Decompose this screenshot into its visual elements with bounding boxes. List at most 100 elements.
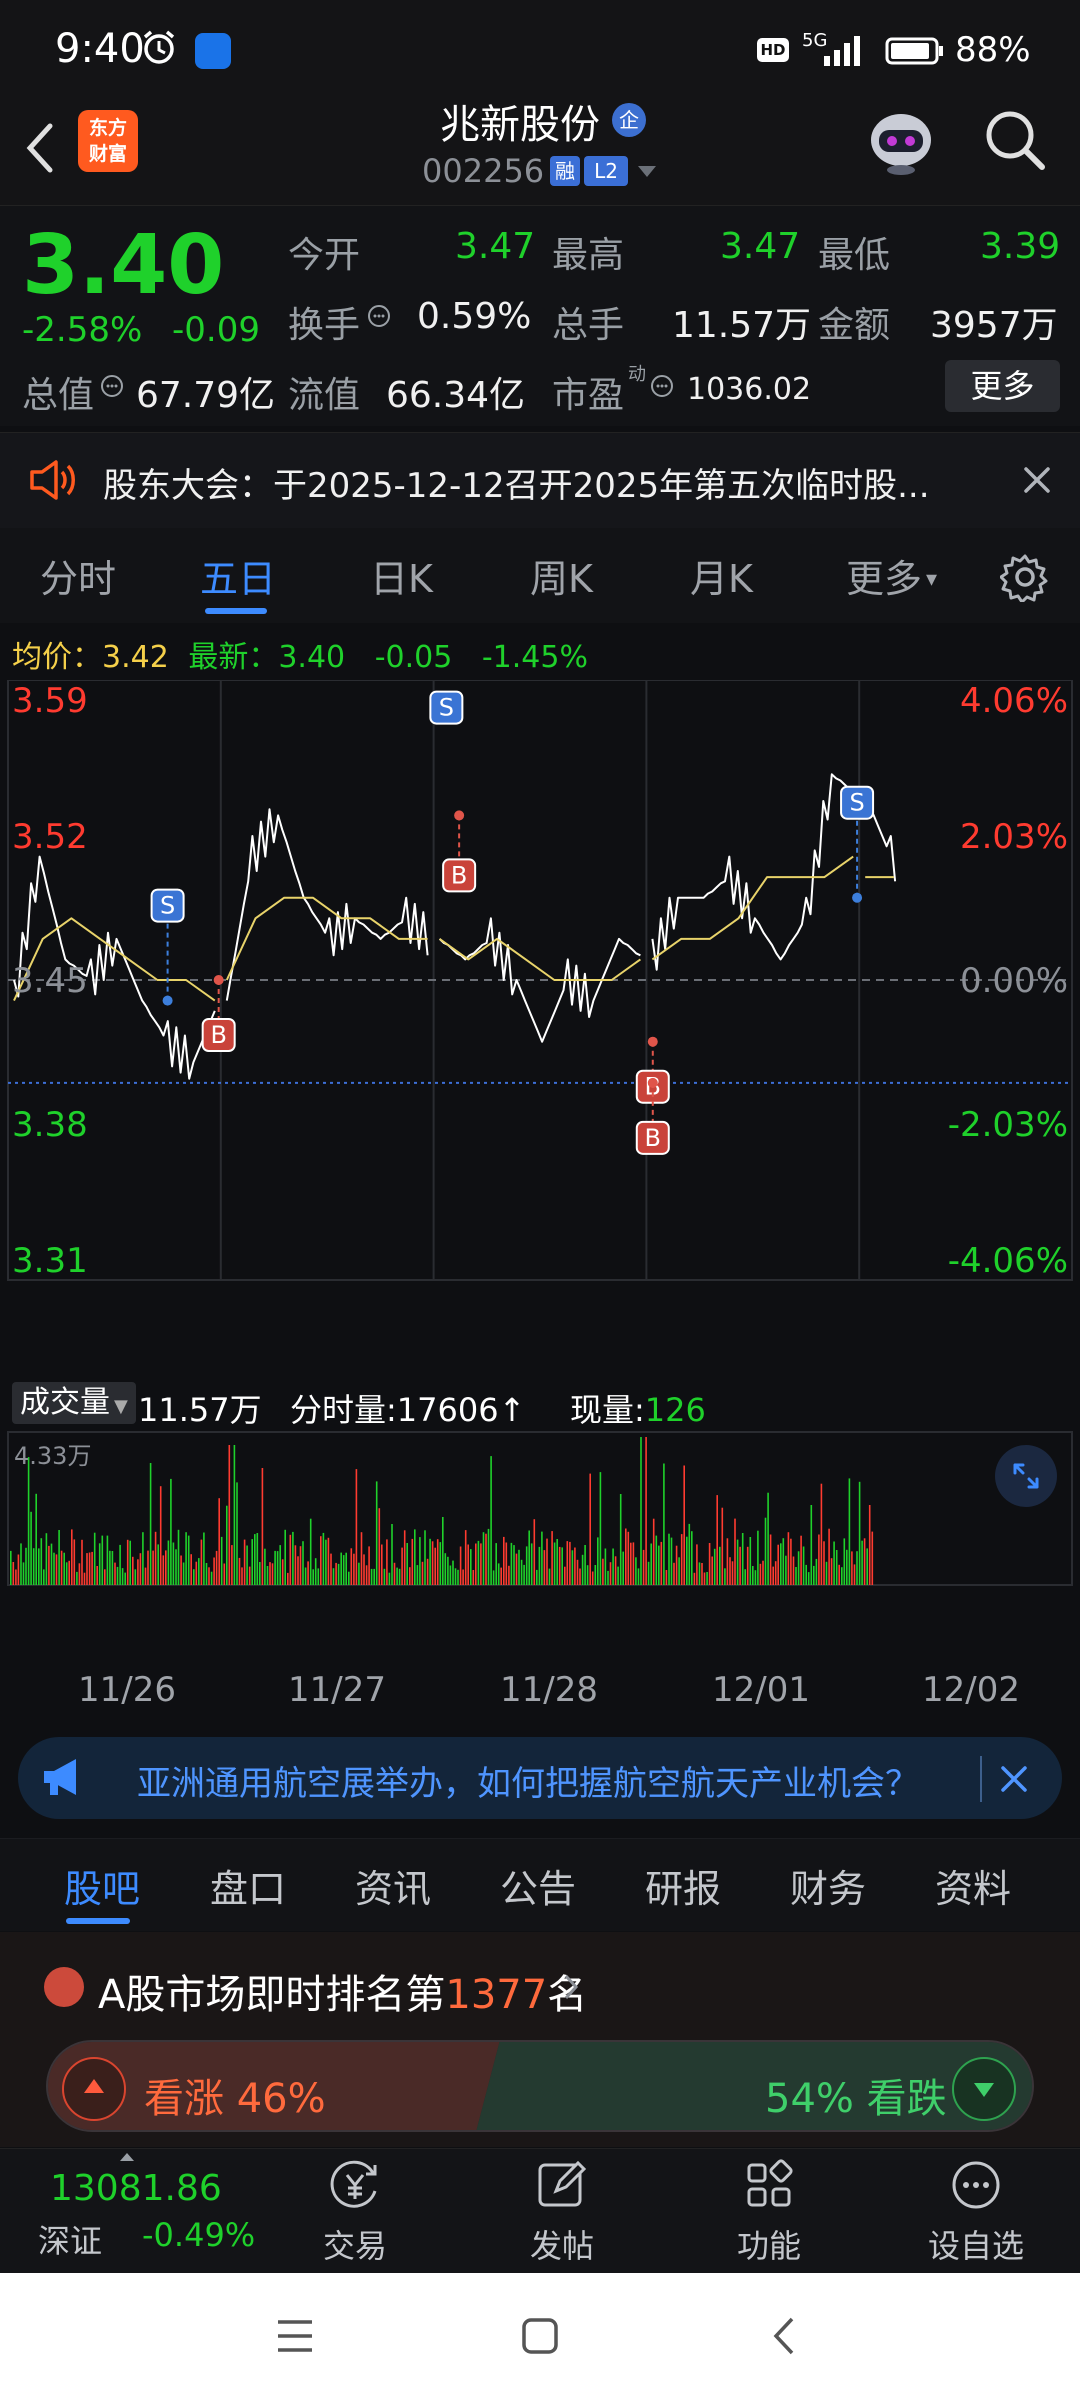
info-icon[interactable] bbox=[650, 374, 674, 398]
volume-bar bbox=[177, 1529, 180, 1585]
volume-bar bbox=[132, 1556, 134, 1585]
robot-assistant-icon[interactable] bbox=[862, 100, 940, 178]
volume-bar bbox=[241, 1567, 243, 1585]
volume-bar bbox=[121, 1568, 124, 1585]
current-volume: 现量:126 bbox=[570, 1385, 706, 1431]
volume-bar bbox=[607, 1570, 609, 1585]
tab-wuri[interactable]: 五日 bbox=[200, 548, 276, 603]
volume-bar bbox=[477, 1540, 480, 1585]
info-icon[interactable] bbox=[367, 304, 391, 328]
trade-button[interactable]: 交易 bbox=[295, 2155, 415, 2267]
vote-down-label[interactable]: 54% 看跌 bbox=[765, 2066, 947, 2124]
volume-bar bbox=[134, 1569, 137, 1585]
post-button[interactable]: 发帖 bbox=[502, 2155, 622, 2267]
mktcap-value: 67.79亿 bbox=[136, 375, 276, 416]
volume-bar bbox=[246, 1545, 248, 1585]
pe-value: 1036.02 bbox=[687, 372, 812, 407]
functions-button[interactable]: 功能 bbox=[709, 2155, 829, 2267]
volume-bar bbox=[853, 1564, 856, 1585]
volume-bar bbox=[185, 1532, 187, 1585]
volume-bar bbox=[462, 1569, 464, 1585]
index-value[interactable]: 13081.86 bbox=[50, 2168, 222, 2209]
volume-bar bbox=[505, 1542, 508, 1585]
ad-text[interactable]: 亚洲通用航空展举办，如何把握航空航天产业机会？ bbox=[137, 1756, 919, 1805]
volume-bar bbox=[602, 1558, 604, 1585]
volume-indicator-dropdown[interactable]: 成交量 ▼ bbox=[12, 1382, 136, 1424]
volume-bar bbox=[332, 1568, 335, 1585]
volume-bar bbox=[719, 1546, 721, 1585]
back-nav-icon[interactable] bbox=[762, 2313, 808, 2359]
volume-bar bbox=[116, 1566, 119, 1585]
volume-bar bbox=[614, 1556, 617, 1585]
index-percent[interactable]: -0.49% bbox=[142, 2216, 255, 2254]
pe-label: 市盈 bbox=[552, 375, 625, 416]
notice-text[interactable]: 股东大会：于2025-12-12召开2025年第五次临时股... bbox=[103, 458, 943, 507]
tab-weekly-k[interactable]: 周K bbox=[530, 548, 593, 603]
volume-bar bbox=[111, 1551, 114, 1585]
volume-bar bbox=[523, 1564, 525, 1585]
vote-down-button[interactable] bbox=[952, 2057, 1016, 2121]
volume-bar bbox=[787, 1532, 790, 1585]
volume-bar bbox=[86, 1553, 88, 1585]
volume-bar bbox=[365, 1565, 368, 1585]
volume-bar bbox=[436, 1539, 439, 1585]
volume-bar bbox=[205, 1563, 208, 1585]
vote-up-button[interactable] bbox=[62, 2057, 126, 2121]
stock-code[interactable]: 002256 bbox=[422, 152, 544, 190]
volume-bar bbox=[780, 1543, 782, 1585]
tab-profile[interactable]: 资料 bbox=[935, 1858, 1011, 1913]
ranking-link[interactable]: A股市场即时排名第1377名 bbox=[98, 1962, 587, 2020]
info-icon[interactable] bbox=[100, 374, 124, 398]
volume-bar bbox=[686, 1536, 688, 1585]
volume-bar bbox=[617, 1566, 619, 1585]
close-icon[interactable] bbox=[1018, 461, 1056, 499]
trade-mark-label: S bbox=[849, 789, 864, 817]
tab-finance[interactable]: 财务 bbox=[790, 1858, 866, 1913]
volume-bar bbox=[203, 1532, 205, 1585]
volume-bar bbox=[76, 1571, 78, 1585]
close-icon[interactable] bbox=[995, 1760, 1033, 1798]
chevron-right-icon[interactable] bbox=[562, 1972, 580, 2002]
tab-research[interactable]: 研报 bbox=[645, 1858, 721, 1913]
tab-monthly-k[interactable]: 月K bbox=[690, 548, 753, 603]
chevron-down-icon[interactable] bbox=[638, 166, 656, 177]
low-value: 3.39 bbox=[980, 226, 1061, 267]
volume-bar bbox=[774, 1561, 777, 1585]
add-watchlist-button[interactable]: 设自选 bbox=[916, 2155, 1036, 2267]
menu-icon[interactable] bbox=[272, 2313, 318, 2359]
volume-bar bbox=[556, 1539, 558, 1585]
turnover-label: 换手 bbox=[288, 305, 361, 346]
five-day-chart[interactable]: SBSBSBB 3.594.06%3.522.03%3.450.00%3.38-… bbox=[0, 680, 1080, 1680]
high-label: 最高 bbox=[552, 235, 625, 276]
volume-bar bbox=[838, 1564, 840, 1585]
vote-up-label[interactable]: 看涨 46% bbox=[144, 2066, 326, 2124]
down-triangle-icon bbox=[974, 2083, 994, 2097]
tab-news[interactable]: 资讯 bbox=[355, 1858, 431, 1913]
hd-icon: HD bbox=[757, 38, 789, 62]
volume-bar bbox=[60, 1550, 63, 1585]
more-button[interactable]: 更多 bbox=[945, 360, 1060, 412]
volume-bar bbox=[513, 1545, 515, 1585]
volume-bar bbox=[45, 1533, 48, 1585]
tab-guba[interactable]: 股吧 bbox=[64, 1858, 140, 1913]
volume-bar bbox=[777, 1544, 779, 1585]
tab-more[interactable]: 更多 ▾ bbox=[846, 548, 937, 603]
index-name[interactable]: 深证 bbox=[38, 2216, 102, 2262]
post-label: 发帖 bbox=[529, 2227, 594, 2265]
search-icon[interactable] bbox=[980, 105, 1050, 175]
tab-pankou[interactable]: 盘口 bbox=[210, 1858, 286, 1913]
volume-bar bbox=[309, 1518, 312, 1585]
volume-bar bbox=[675, 1545, 678, 1585]
volume-bar bbox=[726, 1538, 729, 1585]
home-icon[interactable] bbox=[517, 2313, 563, 2359]
volume-bar bbox=[739, 1546, 741, 1585]
tab-daily-k[interactable]: 日K bbox=[370, 548, 433, 603]
gear-icon[interactable] bbox=[1000, 552, 1050, 602]
tab-announcements[interactable]: 公告 bbox=[500, 1858, 576, 1913]
amount-value: 3957万 bbox=[930, 305, 1058, 346]
volume-bar bbox=[655, 1535, 658, 1585]
volume-bar bbox=[553, 1542, 556, 1585]
expand-icon[interactable] bbox=[995, 1445, 1057, 1507]
tab-fenshi[interactable]: 分时 bbox=[40, 548, 116, 603]
price-tick-label: 3.52 bbox=[12, 817, 88, 857]
